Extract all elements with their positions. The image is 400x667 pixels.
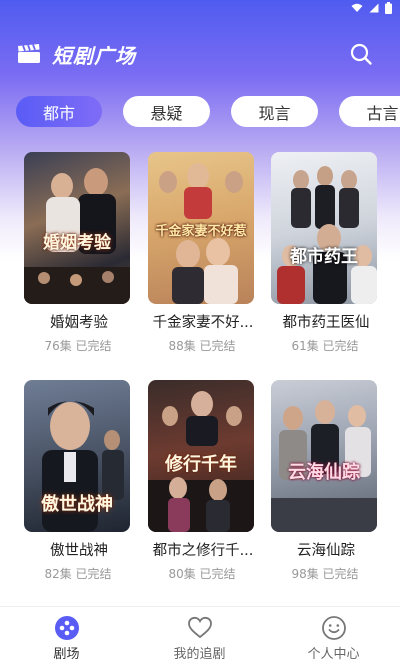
drama-meta: 82集 已完结 <box>24 565 132 582</box>
drama-title: 婚姻考验 <box>50 315 108 331</box>
smiley-icon <box>321 616 346 640</box>
status-text: 已完结 <box>322 567 359 581</box>
drama-title: 傲世战神 <box>50 543 108 559</box>
episode-count: 98集 <box>291 567 319 581</box>
drama-poster: 婚姻考验 <box>24 152 130 304</box>
nav-profile-label: 个人中心 <box>307 647 360 662</box>
drama-card[interactable]: 千金家妻不好惹 千金家妻不好... 88集 已完结 <box>148 152 256 354</box>
drama-meta: 98集 已完结 <box>271 565 379 582</box>
tab-guyan[interactable]: 古言 <box>339 96 400 127</box>
tab-dushi[interactable]: 都市 <box>16 96 102 127</box>
poster-title-art: 傲世战神 <box>41 494 113 515</box>
poster-title-art: 千金家妻不好惹 <box>155 224 247 239</box>
nav-my-follows-label: 我的追剧 <box>173 647 226 662</box>
drama-poster: 傲世战神 <box>24 380 130 532</box>
episode-count: 82集 <box>44 567 72 581</box>
nav-theater[interactable]: 剧场 <box>0 607 133 667</box>
theater-icon <box>54 616 79 640</box>
drama-card[interactable]: 云海仙踪 云海仙踪 98集 已完结 <box>271 380 379 582</box>
drama-card[interactable]: 婚姻考验 婚姻考验 76集 已完结 <box>24 152 132 354</box>
status-text: 已完结 <box>199 339 236 353</box>
status-text: 已完结 <box>75 339 112 353</box>
drama-poster: 修行千年 <box>148 380 254 532</box>
drama-title: 都市药王医仙 <box>282 315 370 331</box>
drama-meta: 76集 已完结 <box>24 337 132 354</box>
app-header: 短剧广场 <box>0 32 400 76</box>
search-button[interactable] <box>349 42 373 70</box>
heart-icon <box>187 616 212 639</box>
drama-poster: 都市药王 <box>271 152 377 304</box>
episode-count: 76集 <box>44 339 72 353</box>
tab-xuanyi[interactable]: 悬疑 <box>123 96 210 127</box>
drama-card[interactable]: 都市药王 都市药王医仙 61集 已完结 <box>271 152 379 354</box>
episode-count: 80集 <box>168 567 196 581</box>
drama-title: 云海仙踪 <box>297 543 355 559</box>
page-title: 短剧广场 <box>52 44 136 68</box>
poster-title-art: 云海仙踪 <box>288 462 360 483</box>
drama-card[interactable]: 修行千年 都市之修行千... 80集 已完结 <box>148 380 256 582</box>
status-text: 已完结 <box>75 567 112 581</box>
drama-poster: 千金家妻不好惹 <box>148 152 254 304</box>
drama-title: 都市之修行千... <box>152 543 254 559</box>
drama-meta: 80集 已完结 <box>148 565 256 582</box>
signal-icon <box>369 3 379 13</box>
poster-title-art: 都市药王 <box>290 247 358 267</box>
poster-title-art: 修行千年 <box>165 454 237 475</box>
drama-title: 千金家妻不好... <box>152 315 254 331</box>
bottom-navigation: 剧场 我的追剧 个人中心 <box>0 606 400 667</box>
episode-count: 88集 <box>168 339 196 353</box>
episode-count: 61集 <box>291 339 319 353</box>
nav-theater-label: 剧场 <box>53 647 80 662</box>
status-text: 已完结 <box>199 567 236 581</box>
category-tabs: 都市 悬疑 现言 古言 <box>0 96 400 128</box>
nav-profile[interactable]: 个人中心 <box>267 607 400 667</box>
drama-poster: 云海仙踪 <box>271 380 377 532</box>
clapperboard-icon <box>18 44 40 63</box>
search-icon <box>350 43 372 65</box>
battery-icon <box>385 2 392 14</box>
drama-card[interactable]: 傲世战神 傲世战神 82集 已完结 <box>24 380 132 582</box>
tab-xianyan[interactable]: 现言 <box>231 96 318 127</box>
status-bar <box>0 0 400 16</box>
status-text: 已完结 <box>322 339 359 353</box>
wifi-icon <box>351 3 363 12</box>
drama-meta: 88集 已完结 <box>148 337 256 354</box>
poster-title-art: 婚姻考验 <box>43 233 111 253</box>
nav-my-follows[interactable]: 我的追剧 <box>133 607 266 667</box>
drama-meta: 61集 已完结 <box>271 337 379 354</box>
